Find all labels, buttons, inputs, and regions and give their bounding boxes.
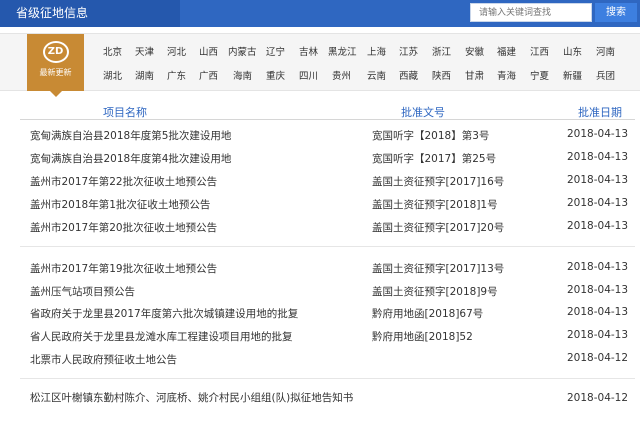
province-link[interactable]: 浙江 xyxy=(432,44,451,58)
province-link[interactable]: 西藏 xyxy=(399,68,418,82)
row-approval-number: 宽国听字【2018】第3号 xyxy=(372,130,490,142)
row-project-name[interactable]: 省政府关于龙里县2017年度第六批次城镇建设用地的批复 xyxy=(30,306,298,321)
province-link[interactable]: 安徽 xyxy=(465,44,484,58)
latest-update-badge[interactable]: ZD 最新更新 xyxy=(27,34,84,91)
province-link[interactable]: 广西 xyxy=(199,68,218,82)
province-link[interactable]: 河南 xyxy=(596,44,615,58)
province-link[interactable]: 陕西 xyxy=(432,68,451,82)
row-project-name[interactable]: 北票市人民政府预征收土地公告 xyxy=(30,352,177,367)
row-project-name[interactable]: 盖州市2018年第1批次征收土地预公告 xyxy=(30,197,210,212)
row-project-name[interactable]: 宽甸满族自治县2018年度第4批次建设用地 xyxy=(30,151,231,166)
province-link[interactable]: 江苏 xyxy=(399,44,418,58)
row-approval-date: 2018-04-13 xyxy=(567,128,629,140)
row-approval-date: 2018-04-12 xyxy=(567,352,629,364)
row-project-name[interactable]: 松江区叶榭镇东勤村陈介、河底桥、姚介村民小组组(队)拟征地告知书 xyxy=(30,390,375,407)
province-link[interactable]: 宁夏 xyxy=(530,68,549,82)
province-link[interactable]: 贵州 xyxy=(332,68,351,82)
row-approval-date: 2018-04-13 xyxy=(567,284,629,296)
row-approval-date: 2018-04-13 xyxy=(567,306,629,318)
latest-update-label: 最新更新 xyxy=(39,68,72,77)
province-link[interactable]: 辽宁 xyxy=(266,44,285,58)
province-link[interactable]: 北京 xyxy=(103,44,122,58)
province-link[interactable]: 兵团 xyxy=(596,68,615,82)
row-approval-number: 盖国土资征预字[2017]20号 xyxy=(372,222,505,234)
row-approval-date: 2018-04-13 xyxy=(567,261,629,273)
province-link[interactable]: 内蒙古 xyxy=(228,44,257,58)
row-approval-date: 2018-04-13 xyxy=(567,151,629,163)
province-link[interactable]: 福建 xyxy=(497,44,516,58)
group-divider xyxy=(20,246,635,247)
province-link[interactable]: 云南 xyxy=(367,68,386,82)
province-link[interactable]: 上海 xyxy=(367,44,386,58)
row-project-name[interactable]: 省人民政府关于龙里县龙滩水库工程建设项目用地的批复 xyxy=(30,329,293,344)
row-project-name[interactable]: 盖州市2017年第20批次征收土地预公告 xyxy=(30,220,217,235)
row-approval-date: 2018-04-13 xyxy=(567,174,629,186)
province-link[interactable]: 四川 xyxy=(299,68,318,82)
zd-logo-icon: ZD xyxy=(42,41,69,63)
row-approval-date: 2018-04-13 xyxy=(567,329,629,341)
province-link[interactable]: 江西 xyxy=(530,44,549,58)
row-approval-number: 盖国土资征预字[2018]9号 xyxy=(372,286,498,298)
row-project-name[interactable]: 盖州市2017年第22批次征收土地预公告 xyxy=(30,174,217,189)
top-header-bar: 省级征地信息 搜索 xyxy=(0,0,640,27)
header-divider xyxy=(20,119,635,120)
row-approval-number: 盖国土资征预字[2017]13号 xyxy=(372,263,505,275)
province-link[interactable]: 甘肃 xyxy=(465,68,484,82)
row-project-name[interactable]: 盖州压气站项目预公告 xyxy=(30,284,135,299)
row-approval-date: 2018-04-12 xyxy=(567,392,629,404)
search-input[interactable] xyxy=(470,3,592,22)
province-panel xyxy=(0,33,640,91)
province-link[interactable]: 广东 xyxy=(167,68,186,82)
row-approval-number: 宽国听字【2017】第25号 xyxy=(372,153,497,165)
row-approval-number: 黔府用地函[2018]52 xyxy=(372,331,473,343)
search-button[interactable]: 搜索 xyxy=(595,3,637,22)
column-header-name: 项目名称 xyxy=(103,106,147,119)
province-link[interactable]: 湖北 xyxy=(103,68,122,82)
row-approval-number: 盖国土资征预字[2017]16号 xyxy=(372,176,505,188)
row-approval-date: 2018-04-13 xyxy=(567,197,629,209)
column-header-doc: 批准文号 xyxy=(401,106,445,119)
row-project-name[interactable]: 宽甸满族自治县2018年度第5批次建设用地 xyxy=(30,128,231,143)
column-header-date: 批准日期 xyxy=(578,106,622,119)
row-approval-number: 盖国土资征预字[2018]1号 xyxy=(372,199,498,211)
province-link[interactable]: 青海 xyxy=(497,68,516,82)
province-link[interactable]: 山西 xyxy=(199,44,218,58)
row-project-name[interactable]: 盖州市2017年第19批次征收土地预公告 xyxy=(30,261,217,276)
province-link[interactable]: 天津 xyxy=(135,44,154,58)
province-link[interactable]: 海南 xyxy=(233,68,252,82)
group-divider xyxy=(20,378,635,379)
province-link[interactable]: 吉林 xyxy=(299,44,318,58)
badge-pointer-icon xyxy=(50,91,62,97)
page-title: 省级征地信息 xyxy=(0,0,180,27)
row-approval-date: 2018-04-13 xyxy=(567,220,629,232)
province-link[interactable]: 重庆 xyxy=(266,68,285,82)
province-link[interactable]: 河北 xyxy=(167,44,186,58)
row-approval-number: 黔府用地函[2018]67号 xyxy=(372,308,484,320)
province-link[interactable]: 湖南 xyxy=(135,68,154,82)
province-link[interactable]: 山东 xyxy=(563,44,582,58)
province-link[interactable]: 新疆 xyxy=(563,68,582,82)
province-link[interactable]: 黑龙江 xyxy=(328,44,357,58)
